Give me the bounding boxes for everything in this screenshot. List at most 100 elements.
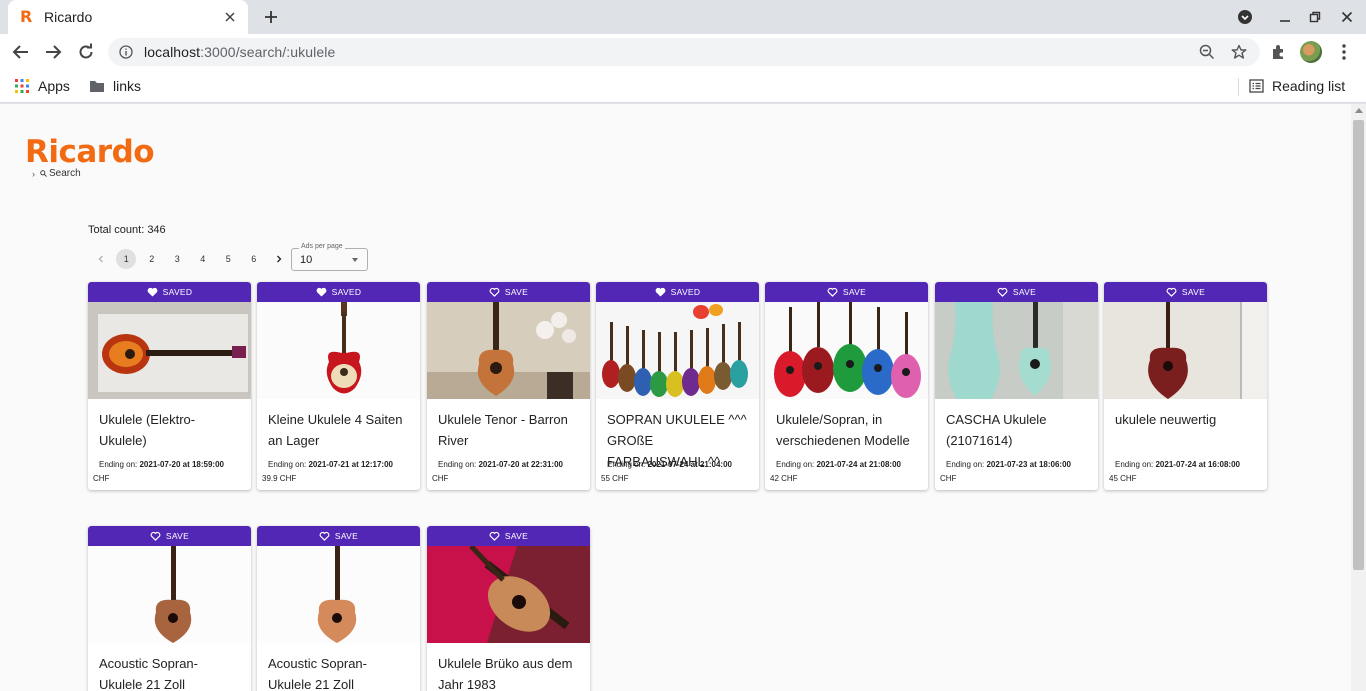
scroll-thumb[interactable] xyxy=(1353,120,1364,570)
listing-image[interactable] xyxy=(88,302,251,399)
save-button[interactable]: SAVE xyxy=(765,282,928,302)
ads-per-page-select[interactable]: Ads per page 10 xyxy=(291,243,368,271)
listing-title[interactable]: Ukulele (Elektro-Ukulele) xyxy=(99,409,240,453)
listing-card[interactable]: SAVED SOPRAN UKULELE ^^^ GROßE FARBAUSWA… xyxy=(596,282,759,490)
listing-ending: Ending on: 2021-07-24 at 16:08:00 xyxy=(1115,460,1240,469)
listing-title[interactable]: Acoustic Sopran-Ukulele 21 Zoll xyxy=(99,653,240,691)
save-button[interactable]: SAVE xyxy=(257,526,420,546)
listing-image[interactable] xyxy=(427,546,590,643)
listing-image[interactable] xyxy=(257,302,420,399)
new-tab-icon[interactable] xyxy=(260,6,282,28)
listing-title[interactable]: ukulele neuwertig xyxy=(1115,409,1256,453)
listing-card[interactable]: SAVE Ukulele Tenor - Barron River Ending… xyxy=(427,282,590,490)
forward-icon[interactable] xyxy=(41,40,65,64)
reading-list-button[interactable]: Reading list xyxy=(1249,76,1345,96)
listing-title[interactable]: Ukulele/Sopran, in verschiedenen Modelle xyxy=(776,409,917,453)
listing-image[interactable] xyxy=(88,546,251,643)
ricardo-favicon-icon: R xyxy=(20,7,33,26)
reload-icon[interactable] xyxy=(74,40,98,64)
listing-image[interactable] xyxy=(427,302,590,399)
listing-title[interactable]: CASCHA Ukulele (21071614) xyxy=(946,409,1087,453)
prev-page-icon[interactable] xyxy=(88,249,114,269)
listing-title[interactable]: Acoustic Sopran-Ukulele 21 Zoll xyxy=(268,653,409,691)
heart-outline-icon xyxy=(489,287,500,297)
listing-card[interactable]: SAVE CASCHA Ukulele (21071614) Ending on… xyxy=(935,282,1098,490)
save-button[interactable]: SAVE xyxy=(88,526,251,546)
listing-image[interactable] xyxy=(935,302,1098,399)
next-page-icon[interactable] xyxy=(267,249,293,269)
page-button-6[interactable]: 6 xyxy=(241,249,267,269)
ads-per-page-value: 10 xyxy=(300,254,313,266)
ads-per-page-label: Ads per page xyxy=(299,243,345,250)
address-bar[interactable]: localhost:3000/search/:ukulele xyxy=(108,38,1260,66)
listing-title[interactable]: Ukulele Tenor - Barron River xyxy=(438,409,579,453)
listing-ending: Ending on: 2021-07-20 at 22:31:00 xyxy=(438,460,563,469)
listing-price: 55 CHF xyxy=(601,474,629,483)
ricardo-logo[interactable]: Ricardo xyxy=(25,134,155,170)
save-button[interactable]: SAVED xyxy=(88,282,251,302)
listing-card[interactable]: SAVED Ukulele (Elektro-Ukulele) Ending o… xyxy=(88,282,251,490)
browser-tab[interactable]: R Ricardo xyxy=(8,0,248,34)
heart-filled-icon xyxy=(147,287,158,297)
page-button-1[interactable]: 1 xyxy=(114,249,140,269)
heart-outline-icon xyxy=(1166,287,1177,297)
bookmark-apps-label: Apps xyxy=(38,78,70,94)
profile-avatar[interactable] xyxy=(1300,41,1322,63)
bookmark-apps[interactable]: Apps xyxy=(14,76,70,96)
listing-card[interactable]: SAVE Acoustic Sopran-Ukulele 21 Zoll xyxy=(257,526,420,691)
save-button[interactable]: SAVED xyxy=(596,282,759,302)
listing-ending: Ending on: 2021-07-24 at 21:04:00 xyxy=(607,460,732,469)
folder-icon xyxy=(89,79,105,93)
site-info-icon[interactable] xyxy=(118,44,134,60)
listing-price: 42 CHF xyxy=(770,474,798,483)
close-window-icon[interactable] xyxy=(1338,8,1356,26)
tab-search-icon[interactable] xyxy=(1236,8,1254,26)
url-text[interactable]: localhost:3000/search/:ukulele xyxy=(144,44,335,60)
browser-toolbar: localhost:3000/search/:ukulele xyxy=(0,34,1366,70)
dropdown-caret-icon xyxy=(352,258,358,262)
page-button-4[interactable]: 4 xyxy=(190,249,216,269)
page-button-5[interactable]: 5 xyxy=(216,249,242,269)
save-button[interactable]: SAVE xyxy=(1104,282,1267,302)
back-icon[interactable] xyxy=(9,40,33,64)
save-button[interactable]: SAVED xyxy=(257,282,420,302)
bookmark-star-icon[interactable] xyxy=(1230,43,1248,61)
save-button[interactable]: SAVE xyxy=(427,526,590,546)
apps-grid-icon xyxy=(14,78,30,94)
listing-title[interactable]: Kleine Ukulele 4 Saiten an Lager xyxy=(268,409,409,453)
heart-outline-icon xyxy=(150,531,161,541)
listing-card[interactable]: SAVE Ukulele/Sopran, in verschiedenen Mo… xyxy=(765,282,928,490)
minimize-icon[interactable] xyxy=(1276,8,1294,26)
page-button-3[interactable]: 3 xyxy=(165,249,191,269)
reading-list-label: Reading list xyxy=(1272,78,1346,94)
save-button[interactable]: SAVE xyxy=(935,282,1098,302)
listing-image[interactable] xyxy=(596,302,759,399)
listing-title[interactable]: SOPRAN UKULELE ^^^ GROßE FARBAUSWAHL ^^ xyxy=(607,409,748,469)
listing-title[interactable]: Ukulele Brüko aus dem Jahr 1983 xyxy=(438,653,579,691)
close-tab-icon[interactable] xyxy=(222,9,238,25)
menu-kebab-icon[interactable] xyxy=(1333,41,1355,63)
page-button-2[interactable]: 2 xyxy=(139,249,165,269)
listing-card[interactable]: SAVED Kleine Ukulele 4 Saiten an Lager E… xyxy=(257,282,420,490)
listing-card[interactable]: SAVE Acoustic Sopran-Ukulele 21 Zoll xyxy=(88,526,251,691)
listing-ending: Ending on: 2021-07-20 at 18:59:00 xyxy=(99,460,224,469)
heart-outline-icon xyxy=(997,287,1008,297)
listing-image[interactable] xyxy=(257,546,420,643)
extensions-icon[interactable] xyxy=(1268,41,1290,63)
listing-card[interactable]: SAVE Ukulele Brüko aus dem Jahr 1983 xyxy=(427,526,590,691)
bookmark-links-label: links xyxy=(113,78,142,94)
listing-price: CHF xyxy=(93,474,110,483)
bookmark-links[interactable]: links xyxy=(89,76,141,96)
restore-icon[interactable] xyxy=(1306,8,1324,26)
listing-ending: Ending on: 2021-07-23 at 18:06:00 xyxy=(946,460,1071,469)
save-button[interactable]: SAVE xyxy=(427,282,590,302)
listing-image[interactable] xyxy=(765,302,928,399)
listing-card[interactable]: SAVE ukulele neuwertig Ending on: 2021-0… xyxy=(1104,282,1267,490)
page-scrollbar[interactable] xyxy=(1351,104,1366,691)
zoom-icon[interactable] xyxy=(1198,43,1216,61)
listing-image[interactable] xyxy=(1104,302,1267,399)
breadcrumb-search-link[interactable]: Search xyxy=(49,168,81,179)
chevron-right-icon: › xyxy=(32,168,35,179)
scroll-up-arrow-icon[interactable] xyxy=(1355,108,1363,113)
heart-outline-icon xyxy=(827,287,838,297)
